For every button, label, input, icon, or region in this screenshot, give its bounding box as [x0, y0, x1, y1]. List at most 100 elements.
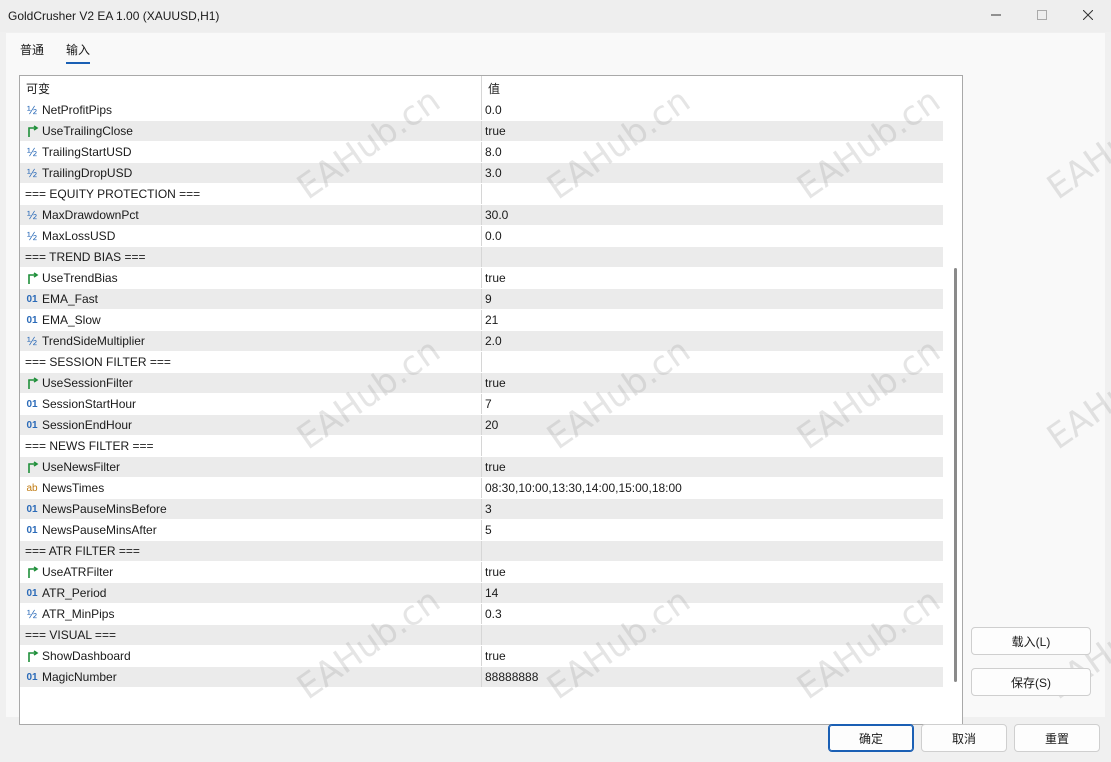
table-row[interactable]: UseTrailingClose true: [20, 121, 943, 142]
variable-name: NetProfitPips: [42, 103, 113, 117]
variable-name: UseATRFilter: [42, 565, 114, 579]
value-cell[interactable]: true: [482, 271, 506, 285]
table-row[interactable]: ab NewsTimes 08:30,10:00,13:30,14:00,15:00…: [20, 478, 943, 499]
table-row[interactable]: ½ NetProfitPips 0.0: [20, 100, 943, 121]
table-row[interactable]: === TREND BIAS ===: [20, 247, 943, 268]
value-cell[interactable]: 21: [482, 313, 498, 327]
variable-name: === ATR FILTER ===: [25, 544, 140, 558]
value-cell[interactable]: 08:30,10:00,13:30,14:00,15:00,18:00: [482, 481, 682, 495]
table-row[interactable]: 01 NewsPauseMinsAfter 5: [20, 520, 943, 541]
variable-cell: 01 EMA_Fast: [20, 289, 482, 309]
value-cell[interactable]: 5: [482, 523, 492, 537]
close-button[interactable]: [1065, 0, 1111, 30]
table-row[interactable]: ½ MaxLossUSD 0.0: [20, 226, 943, 247]
table-row[interactable]: UseTrendBias true: [20, 268, 943, 289]
table-row[interactable]: ½ ATR_MinPips 0.3: [20, 604, 943, 625]
variable-name: MagicNumber: [42, 670, 117, 684]
watermark-text: EAHub.cn: [1040, 80, 1111, 208]
cancel-button[interactable]: 取消: [921, 724, 1007, 752]
column-header-value[interactable]: 值: [482, 80, 500, 97]
table-row[interactable]: 01 ATR_Period 14: [20, 583, 943, 604]
bool-arrow-icon: [25, 376, 39, 390]
variable-name: UseTrendBias: [42, 271, 118, 285]
maximize-button[interactable]: [1019, 0, 1065, 30]
table-row[interactable]: === SESSION FILTER ===: [20, 352, 943, 373]
value-cell[interactable]: 8.0: [482, 145, 502, 159]
table-row[interactable]: ½ MaxDrawdownPct 30.0: [20, 205, 943, 226]
value-cell[interactable]: true: [482, 460, 506, 474]
variable-name: EMA_Fast: [42, 292, 99, 306]
value-cell[interactable]: 0.0: [482, 229, 502, 243]
window-title: GoldCrusher V2 EA 1.00 (XAUUSD,H1): [8, 9, 220, 23]
variable-cell: === VISUAL ===: [20, 625, 482, 645]
variable-name: SessionStartHour: [42, 397, 137, 411]
bool-arrow-icon: [25, 565, 39, 579]
variable-cell: === NEWS FILTER ===: [20, 436, 482, 456]
value-cell[interactable]: 9: [482, 292, 492, 306]
load-button[interactable]: 载入(L): [971, 627, 1091, 655]
table-row[interactable]: UseNewsFilter true: [20, 457, 943, 478]
fraction-icon: ½: [26, 208, 37, 222]
table-row[interactable]: 01 NewsPauseMinsBefore 3: [20, 499, 943, 520]
table-row[interactable]: 01 SessionStartHour 7: [20, 394, 943, 415]
scrollbar-thumb[interactable]: [954, 268, 957, 682]
table-row[interactable]: UseATRFilter true: [20, 562, 943, 583]
fraction-icon: ½: [26, 334, 37, 348]
value-cell[interactable]: true: [482, 376, 506, 390]
value-cell[interactable]: 0.0: [482, 103, 502, 117]
vertical-scrollbar[interactable]: [949, 100, 962, 724]
save-button[interactable]: 保存(S): [971, 668, 1091, 696]
value-cell[interactable]: 3.0: [482, 166, 502, 180]
variable-name: UseTrailingClose: [42, 124, 133, 138]
table-row[interactable]: === NEWS FILTER ===: [20, 436, 943, 457]
table-row[interactable]: === VISUAL ===: [20, 625, 943, 646]
tab-inputs[interactable]: 输入: [66, 41, 91, 64]
variable-cell: ShowDashboard: [20, 646, 482, 666]
value-cell[interactable]: 14: [482, 586, 498, 600]
table-row[interactable]: === EQUITY PROTECTION ===: [20, 184, 943, 205]
table-row[interactable]: 01 SessionEndHour 20: [20, 415, 943, 436]
value-cell[interactable]: 3: [482, 502, 492, 516]
table-row[interactable]: 01 EMA_Slow 21: [20, 310, 943, 331]
bool-arrow-icon: [25, 649, 39, 663]
fraction-icon: ½: [26, 145, 37, 159]
maximize-icon: [1037, 10, 1047, 20]
variable-cell: 01 SessionEndHour: [20, 415, 482, 435]
variable-cell: 01 MagicNumber: [20, 667, 482, 687]
table-row[interactable]: === ATR FILTER ===: [20, 541, 943, 562]
variable-cell: ½ TrendSideMultiplier: [20, 331, 482, 351]
table-row[interactable]: UseSessionFilter true: [20, 373, 943, 394]
minimize-icon: [991, 14, 1001, 16]
value-cell[interactable]: 7: [482, 397, 492, 411]
tab-common[interactable]: 普通: [20, 41, 44, 64]
variable-cell: === ATR FILTER ===: [20, 541, 482, 561]
value-cell[interactable]: true: [482, 565, 506, 579]
variable-cell: ½ TrailingDropUSD: [20, 163, 482, 183]
value-cell[interactable]: 0.3: [482, 607, 502, 621]
minimize-button[interactable]: [973, 0, 1019, 30]
value-cell[interactable]: 2.0: [482, 334, 502, 348]
table-row[interactable]: ½ TrailingDropUSD 3.0: [20, 163, 943, 184]
tab-bar: 普通 输入: [20, 41, 91, 64]
variable-cell: ½ MaxDrawdownPct: [20, 205, 482, 225]
table-row[interactable]: ½ TrendSideMultiplier 2.0: [20, 331, 943, 352]
value-cell[interactable]: true: [482, 649, 506, 663]
table-row[interactable]: ½ TrailingStartUSD 8.0: [20, 142, 943, 163]
variable-name: TrailingStartUSD: [42, 145, 132, 159]
table-row[interactable]: ShowDashboard true: [20, 646, 943, 667]
value-cell[interactable]: 20: [482, 418, 498, 432]
reset-button[interactable]: 重置: [1014, 724, 1100, 752]
table-row[interactable]: 01 EMA_Fast 9: [20, 289, 943, 310]
variable-cell: UseSessionFilter: [20, 373, 482, 393]
variable-cell: UseATRFilter: [20, 562, 482, 582]
table-row[interactable]: 01 MagicNumber 88888888: [20, 667, 943, 688]
fraction-icon: ½: [26, 166, 37, 180]
value-cell[interactable]: 88888888: [482, 670, 538, 684]
value-cell[interactable]: 30.0: [482, 208, 508, 222]
variable-cell: UseNewsFilter: [20, 457, 482, 477]
ok-button[interactable]: 确定: [828, 724, 914, 752]
variable-name: === TREND BIAS ===: [25, 250, 146, 264]
value-cell[interactable]: true: [482, 124, 506, 138]
variable-cell: 01 EMA_Slow: [20, 310, 482, 330]
column-header-variable[interactable]: 可变: [20, 76, 482, 100]
